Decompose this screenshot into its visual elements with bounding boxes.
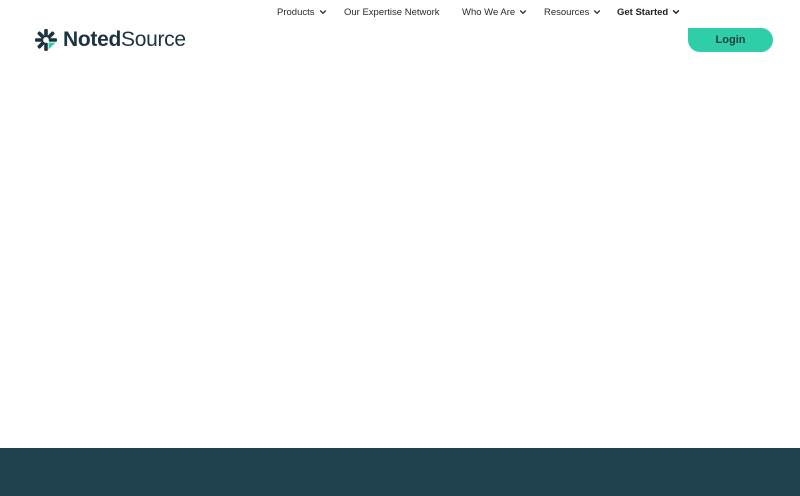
page: NotedSource Products Our Expertise Netwo…: [0, 0, 800, 496]
nav-item-who-we-are[interactable]: Who We Are: [462, 0, 527, 24]
asterisk-logo-icon: [35, 29, 57, 51]
footer-band: [0, 448, 800, 496]
brand-name-bold: Noted: [63, 28, 121, 51]
brand-name-regular: Source: [121, 28, 186, 51]
nav-item-label: Our Expertise Network: [344, 6, 440, 18]
chevron-down-icon: [319, 10, 326, 14]
nav-item-resources[interactable]: Resources: [544, 0, 601, 24]
site-header: NotedSource Products Our Expertise Netwo…: [0, 0, 800, 80]
nav-item-label: Resources: [544, 6, 590, 18]
nav-item-label: Get Started: [617, 6, 669, 18]
login-button[interactable]: Login: [688, 28, 773, 52]
nav-item-products[interactable]: Products: [277, 0, 327, 24]
chevron-down-icon: [594, 10, 601, 14]
nav-item-label: Who We Are: [462, 6, 516, 18]
brand-logo-link[interactable]: NotedSource: [35, 28, 186, 52]
chevron-down-icon: [520, 10, 527, 14]
brand-name: NotedSource: [63, 28, 186, 52]
nav-item-get-started[interactable]: Get Started: [617, 0, 680, 24]
nav-item-label: Products: [277, 6, 315, 18]
nav-item-expertise-network[interactable]: Our Expertise Network: [344, 0, 440, 24]
chevron-down-icon: [673, 10, 680, 15]
